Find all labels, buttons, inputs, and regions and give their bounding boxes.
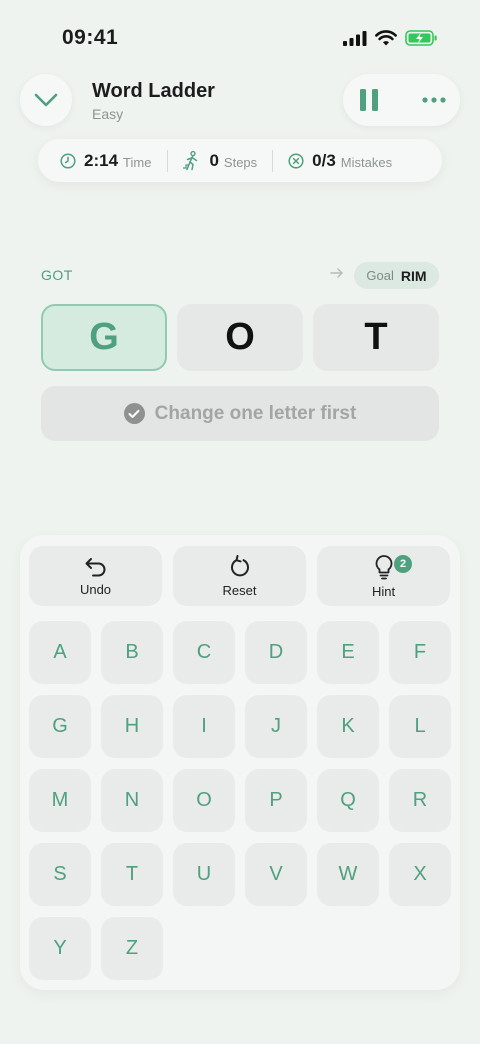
key-l[interactable]: L bbox=[389, 695, 451, 758]
submit-button[interactable]: Change one letter first bbox=[41, 386, 439, 441]
lightbulb-icon bbox=[375, 554, 392, 579]
check-circle-icon bbox=[123, 403, 145, 424]
key-c[interactable]: C bbox=[173, 621, 235, 684]
key-q[interactable]: Q bbox=[317, 769, 379, 832]
mistakes-stat: 0/3 Mistakes bbox=[288, 139, 392, 182]
more-options-button[interactable] bbox=[414, 80, 454, 120]
status-icons bbox=[343, 30, 438, 46]
key-t[interactable]: T bbox=[101, 843, 163, 906]
key-g[interactable]: G bbox=[29, 695, 91, 758]
goal-word: RIM bbox=[400, 267, 427, 284]
key-s[interactable]: S bbox=[29, 843, 91, 906]
time-label: Time bbox=[123, 154, 152, 170]
mistakes-value: 0/3 bbox=[312, 150, 336, 170]
more-dots-icon bbox=[422, 97, 446, 103]
reset-label: Reset bbox=[222, 582, 257, 598]
key-i[interactable]: I bbox=[173, 695, 235, 758]
mistakes-label: Mistakes bbox=[340, 154, 393, 170]
key-b[interactable]: B bbox=[101, 621, 163, 684]
letter-tile-3[interactable]: T bbox=[313, 304, 439, 371]
key-e[interactable]: E bbox=[317, 621, 379, 684]
collapse-button[interactable] bbox=[20, 74, 72, 126]
key-w[interactable]: W bbox=[317, 843, 379, 906]
undo-label: Undo bbox=[79, 581, 112, 597]
submit-button-label: Change one letter first bbox=[154, 402, 357, 424]
key-z[interactable]: Z bbox=[101, 917, 163, 980]
page-title: Word Ladder bbox=[92, 80, 215, 102]
key-j[interactable]: J bbox=[245, 695, 307, 758]
key-h[interactable]: H bbox=[101, 695, 163, 758]
letter-keyboard: Undo Reset Hint 2 ABCDEF GHIJKL MNOPQR STUV… bbox=[20, 535, 460, 990]
steps-label: Steps bbox=[223, 154, 258, 170]
hint-count-badge: 2 bbox=[394, 555, 412, 573]
key-v[interactable]: V bbox=[245, 843, 307, 906]
steps-value: 0 bbox=[209, 150, 219, 170]
undo-icon bbox=[85, 557, 105, 576]
goal-label: Goal bbox=[366, 268, 394, 283]
key-m[interactable]: M bbox=[29, 769, 91, 832]
key-y[interactable]: Y bbox=[29, 917, 91, 980]
goal-badge: Goal RIM bbox=[354, 262, 439, 289]
arrow-right-icon bbox=[330, 268, 343, 278]
chevron-down-icon bbox=[34, 93, 58, 107]
difficulty-label: Easy bbox=[92, 106, 124, 122]
undo-button[interactable]: Undo bbox=[29, 546, 162, 606]
x-circle-icon bbox=[288, 152, 304, 169]
word-tiles: G O T bbox=[41, 304, 439, 371]
stats-divider bbox=[272, 149, 274, 172]
pause-button[interactable] bbox=[349, 80, 389, 120]
key-x[interactable]: X bbox=[389, 843, 451, 906]
time-value: 2:14 bbox=[84, 150, 119, 170]
steps-stat: 0 Steps bbox=[182, 139, 257, 182]
key-a[interactable]: A bbox=[29, 621, 91, 684]
key-f[interactable]: F bbox=[389, 621, 451, 684]
header-controls bbox=[343, 74, 460, 126]
status-time: 09:41 bbox=[62, 26, 119, 49]
hint-label: Hint bbox=[371, 583, 396, 599]
reset-icon bbox=[230, 554, 249, 576]
key-o[interactable]: O bbox=[173, 769, 235, 832]
key-u[interactable]: U bbox=[173, 843, 235, 906]
key-d[interactable]: D bbox=[245, 621, 307, 684]
stats-bar: 2:14 Time 0 Steps 0/3 Mistakes bbox=[38, 139, 442, 182]
key-k[interactable]: K bbox=[317, 695, 379, 758]
hint-button[interactable]: Hint 2 bbox=[317, 546, 450, 606]
stats-divider bbox=[167, 149, 169, 172]
pause-icon bbox=[360, 89, 378, 111]
letter-tile-2[interactable]: O bbox=[177, 304, 303, 371]
time-stat: 2:14 Time bbox=[60, 139, 151, 182]
key-p[interactable]: P bbox=[245, 769, 307, 832]
climbing-person-icon bbox=[183, 150, 198, 170]
letter-tile-1[interactable]: G bbox=[41, 304, 167, 371]
reset-button[interactable]: Reset bbox=[173, 546, 306, 606]
key-n[interactable]: N bbox=[101, 769, 163, 832]
battery-charging-icon bbox=[405, 30, 437, 46]
cellular-signal-icon bbox=[343, 30, 367, 46]
wifi-icon bbox=[375, 30, 397, 46]
start-word: GOT bbox=[41, 267, 73, 283]
clock-icon bbox=[60, 152, 76, 169]
key-r[interactable]: R bbox=[389, 769, 451, 832]
status-bar: 09:41 bbox=[0, 0, 480, 76]
